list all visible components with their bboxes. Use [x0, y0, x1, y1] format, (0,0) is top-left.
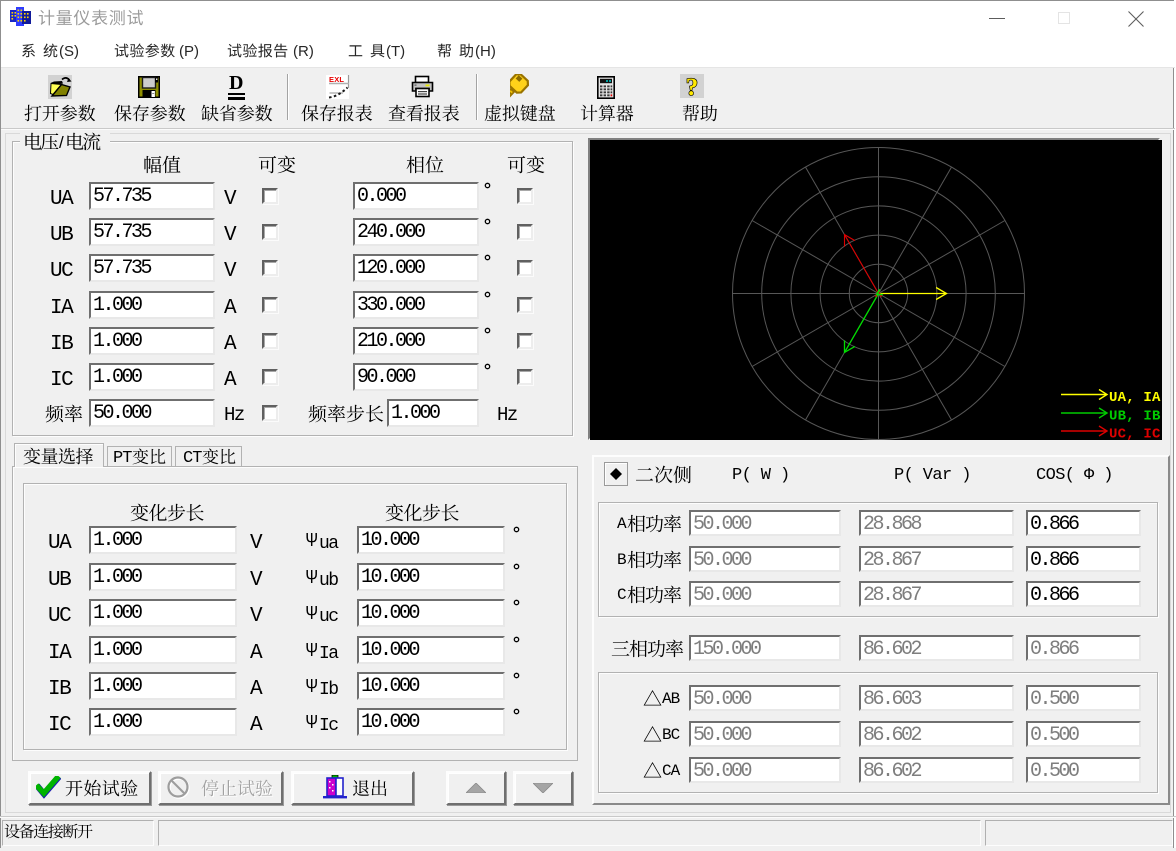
svg-text:UC, IC: UC, IC — [1109, 427, 1161, 441]
svg-text:UB, IB: UB, IB — [1109, 409, 1161, 425]
svg-text:EXL: EXL — [329, 75, 344, 84]
svg-text:UA, IA: UA, IA — [1109, 390, 1161, 406]
svg-text:?: ? — [686, 74, 699, 98]
